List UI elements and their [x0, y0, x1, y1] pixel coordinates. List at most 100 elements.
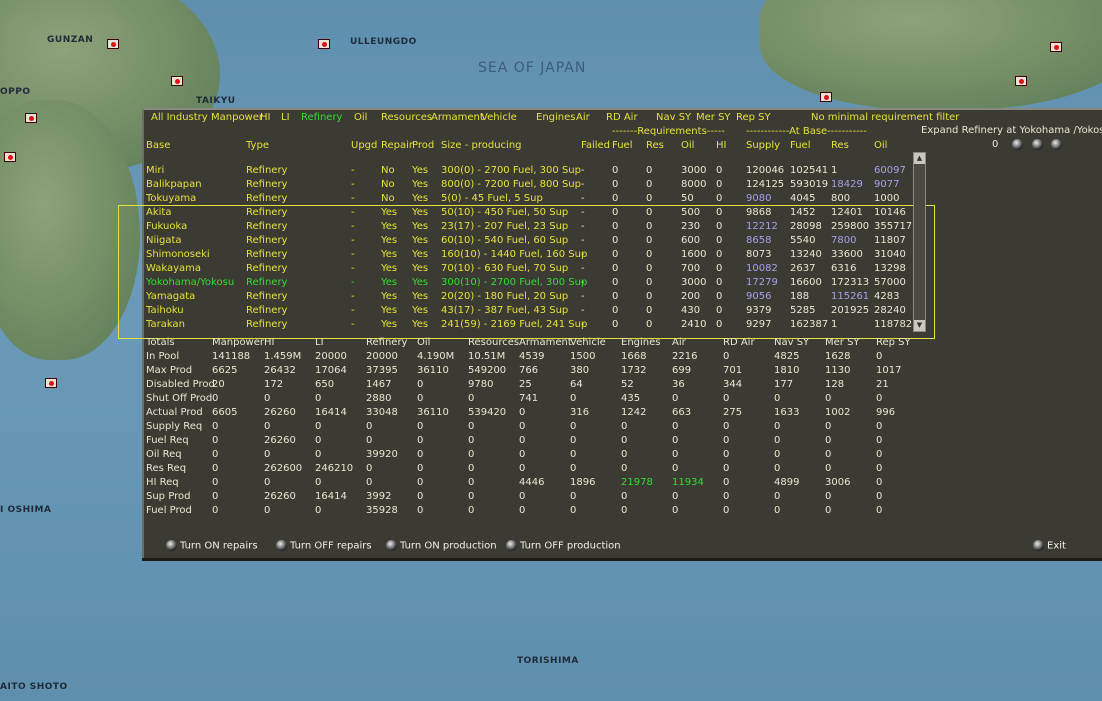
totals-cell: 0 [315, 421, 322, 432]
column-header[interactable]: Fuel [612, 140, 632, 152]
table-cell: Yes [412, 305, 429, 316]
base-name-link[interactable]: Taihoku [146, 305, 184, 317]
nav-tab-refinery[interactable]: Refinery [301, 112, 342, 124]
base-name-link[interactable]: Yokohama/Yokosu [146, 277, 234, 289]
totals-cell: 0 [723, 435, 730, 446]
totals-cell: 0 [417, 421, 424, 432]
turn-off-production-button[interactable]: Turn OFF production [506, 540, 621, 552]
base-name-link[interactable]: Wakayama [146, 263, 201, 275]
table-cell: 10146 [874, 207, 906, 218]
table-cell: 800 [831, 193, 851, 204]
base-name-link[interactable]: Niigata [146, 235, 182, 247]
column-header[interactable]: Type [246, 140, 269, 152]
nav-tab-rep-sy[interactable]: Rep SY [736, 112, 771, 124]
nav-tab-mer-sy[interactable]: Mer SY [696, 112, 731, 124]
base-flag-icon[interactable] [820, 92, 832, 102]
column-header[interactable]: Size - producing [441, 140, 522, 152]
totals-cell: 0 [723, 477, 730, 488]
nav-tab-air[interactable]: Air [576, 112, 590, 124]
table-cell: Yes [412, 179, 429, 190]
totals-cell: 26260 [264, 491, 296, 502]
base-name-link[interactable]: Miri [146, 165, 164, 177]
totals-cell: 36110 [417, 365, 449, 376]
base-flag-icon[interactable] [45, 378, 57, 388]
table-cell: 0 [716, 291, 723, 302]
nav-tab-armament[interactable]: Armament [431, 112, 484, 124]
map-label: GUNZAN [47, 35, 94, 45]
nav-tab-resources[interactable]: Resources [381, 112, 432, 124]
column-header[interactable]: Upgd [351, 140, 377, 152]
base-flag-icon[interactable] [171, 76, 183, 86]
base-name-link[interactable]: Balikpapan [146, 179, 202, 191]
scrollbar[interactable]: ▲ ▼ [913, 152, 926, 332]
nav-tab-nav-sy[interactable]: Nav SY [656, 112, 691, 124]
turn-on-production-button[interactable]: Turn ON production [386, 540, 497, 552]
totals-cell: 0 [417, 449, 424, 460]
base-flag-icon[interactable] [4, 152, 16, 162]
nav-tab-all-industry[interactable]: All Industry [151, 112, 208, 124]
turn-off-repairs-button[interactable]: Turn OFF repairs [276, 540, 372, 552]
totals-cell: 0 [774, 491, 781, 502]
arrow-icon [506, 540, 517, 551]
column-header[interactable]: Failed [581, 140, 610, 152]
table-cell: 18429 [831, 179, 863, 190]
totals-cell: 0 [774, 505, 781, 516]
table-cell: - [351, 263, 355, 274]
column-header[interactable]: Oil [681, 140, 694, 152]
nav-tab-li[interactable]: LI [281, 112, 290, 124]
base-name-link[interactable]: Tarakan [146, 319, 185, 331]
totals-cell: 1242 [621, 407, 647, 418]
nav-tab-oil[interactable]: Oil [354, 112, 367, 124]
column-header[interactable]: Prod [412, 140, 434, 152]
base-flag-icon[interactable] [25, 113, 37, 123]
base-name-link[interactable]: Yamagata [146, 291, 195, 303]
column-header[interactable]: Res [831, 140, 849, 152]
base-flag-icon[interactable] [1015, 76, 1027, 86]
table-cell: - [581, 291, 585, 302]
table-cell: 124125 [746, 179, 785, 190]
nav-tab-manpower[interactable]: Manpower [211, 112, 263, 124]
table-cell: 10082 [746, 263, 778, 274]
column-header[interactable]: Repair [381, 140, 413, 152]
column-header[interactable]: Res [646, 140, 664, 152]
column-header[interactable]: Base [146, 140, 170, 152]
filter-toggle[interactable]: No minimal requirement filter [811, 112, 959, 124]
column-header[interactable]: Oil [874, 140, 887, 152]
table-cell: 12401 [831, 207, 863, 218]
base-flag-icon[interactable] [1050, 42, 1062, 52]
base-name-link[interactable]: Shimonoseki [146, 249, 210, 261]
table-cell: 1452 [790, 207, 816, 218]
table-cell: 0 [612, 207, 619, 218]
nav-tab-engines[interactable]: Engines [536, 112, 575, 124]
scroll-up-icon[interactable]: ▲ [914, 153, 925, 164]
scroll-down-icon[interactable]: ▼ [914, 320, 925, 331]
base-name-link[interactable]: Akita [146, 207, 171, 219]
totals-cell: 0 [723, 351, 730, 362]
column-header[interactable]: Supply [746, 140, 780, 152]
table-cell: 0 [646, 179, 653, 190]
table-cell: 1 [831, 319, 838, 330]
nav-tab-vehicle[interactable]: Vehicle [481, 112, 517, 124]
totals-cell: 0 [723, 421, 730, 432]
table-cell: Yes [412, 277, 429, 288]
column-header[interactable]: HI [716, 140, 726, 152]
exit-button[interactable]: Exit [1033, 540, 1066, 552]
nav-tab-rd-air[interactable]: RD Air [606, 112, 638, 124]
table-cell: - [351, 235, 355, 246]
table-cell: 8073 [746, 249, 772, 260]
totals-header: HI [264, 337, 275, 348]
step-icon[interactable] [1032, 139, 1043, 150]
play-icon[interactable] [1012, 139, 1023, 150]
base-flag-icon[interactable] [318, 39, 330, 49]
table-cell: - [581, 263, 585, 274]
table-cell: - [351, 221, 355, 232]
base-name-link[interactable]: Fukuoka [146, 221, 187, 233]
nav-tab-hi[interactable]: HI [260, 112, 270, 124]
turn-on-repairs-button[interactable]: Turn ON repairs [166, 540, 258, 552]
fast-forward-icon[interactable] [1051, 139, 1062, 150]
base-name-link[interactable]: Tokuyama [146, 193, 196, 205]
table-cell: Yes [412, 319, 429, 330]
table-cell: 102541 [790, 165, 829, 176]
column-header[interactable]: Fuel [790, 140, 810, 152]
base-flag-icon[interactable] [107, 39, 119, 49]
